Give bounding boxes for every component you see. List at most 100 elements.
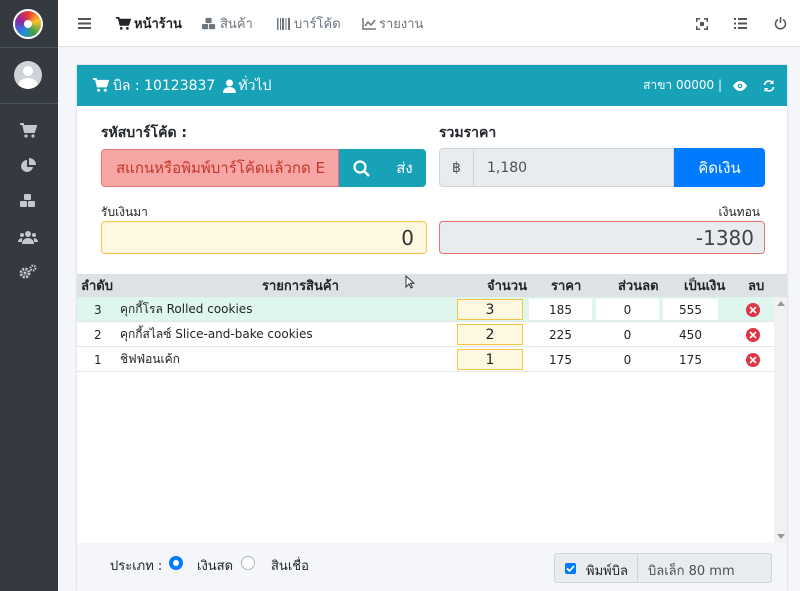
col-no: ลำดับ — [81, 279, 113, 294]
received-label: รับเงินมา — [101, 205, 148, 219]
expand-icon — [696, 17, 708, 30]
send-button[interactable]: ส่ง — [383, 149, 426, 187]
col-qty: จำนวน — [487, 279, 527, 294]
nav-item-label: บาร์โค้ด — [294, 17, 341, 32]
cash-label[interactable]: เงินสด — [197, 555, 233, 576]
qty-input[interactable]: 3 — [457, 299, 523, 320]
nav-item-products[interactable]: สินค้า — [201, 0, 253, 47]
total-label: รวมราคา — [439, 125, 497, 141]
power-icon — [774, 17, 787, 30]
bill-number: บิล : 10123837 — [113, 77, 216, 94]
sidebar-item-members[interactable] — [18, 227, 38, 247]
users-icon — [18, 231, 38, 244]
nav-item-label: หน้าร้าน — [134, 17, 182, 32]
refresh-icon[interactable] — [763, 79, 775, 92]
print-label: พิมพ์บิล — [586, 564, 628, 579]
qty-input[interactable]: 2 — [457, 324, 523, 345]
scroll-up-icon[interactable] — [777, 301, 785, 306]
pay-button[interactable]: คิดเงิน — [674, 148, 765, 187]
credit-label[interactable]: สินเชื่อ — [271, 555, 309, 576]
discount-input[interactable]: 0 — [596, 299, 659, 320]
amount-value: 555 — [663, 299, 718, 320]
col-price: ราคา — [551, 279, 582, 294]
mouse-cursor-icon — [405, 275, 415, 289]
cart-icon — [93, 78, 109, 92]
cart-icon — [20, 123, 37, 138]
credit-radio[interactable] — [241, 556, 255, 570]
customer-name[interactable]: ทั่วไป — [238, 75, 271, 97]
discount-input[interactable]: 0 — [596, 324, 659, 345]
payment-type-label: ประเภท : — [110, 559, 163, 574]
fullscreen-button[interactable] — [696, 0, 711, 47]
row-name: คุกกี้โรล Rolled cookies — [120, 302, 253, 316]
bill-header: บิล : 10123837 ทั่วไป สาขา 00000 | — [77, 65, 787, 106]
eye-icon[interactable] — [733, 80, 747, 91]
row-no: 3 — [94, 302, 102, 317]
price-input[interactable]: 185 — [529, 299, 592, 320]
top-navbar: หน้าร้าน สินค้า บาร์โค้ด รายงาน — [58, 0, 800, 47]
change-label: เงินทอน — [718, 205, 760, 219]
change-value: -1380 — [439, 221, 765, 254]
hamburger-icon — [78, 18, 91, 29]
col-discount: ส่วนลด — [618, 279, 659, 294]
pie-chart-icon — [21, 158, 36, 172]
nav-item-pos[interactable]: หน้าร้าน — [115, 0, 182, 47]
logout-button[interactable] — [774, 0, 790, 47]
sidebar — [0, 0, 58, 591]
list-button[interactable] — [734, 0, 750, 47]
cash-radio[interactable] — [169, 556, 183, 570]
card-footer: ประเภท : เงินสด สินเชื่อ พิมพ์บิล บิลเล็… — [77, 543, 787, 591]
search-button[interactable] — [339, 149, 383, 187]
currency-symbol: ฿ — [439, 148, 474, 187]
table-row[interactable]: 1 ชิฟฟ่อนเค้ก 1 175 0 175 — [77, 347, 774, 372]
sidebar-item-settings[interactable] — [18, 262, 38, 282]
price-input[interactable]: 225 — [529, 324, 592, 345]
search-icon — [352, 159, 370, 177]
row-no: 2 — [94, 327, 102, 342]
sidebar-item-products[interactable] — [18, 191, 38, 211]
cubes-icon — [202, 17, 216, 29]
menu-toggle-button[interactable] — [78, 0, 94, 47]
col-item: รายการสินค้า — [262, 279, 339, 294]
qty-input[interactable]: 1 — [457, 349, 523, 370]
user-avatar[interactable] — [14, 61, 42, 89]
sidebar-item-report[interactable] — [18, 156, 38, 176]
delete-icon[interactable] — [746, 353, 760, 367]
sidebar-item-pos[interactable] — [18, 121, 38, 141]
price-input[interactable]: 175 — [529, 349, 592, 370]
barcode-icon — [277, 17, 290, 30]
nav-item-label: สินค้า — [220, 17, 253, 32]
cart-icon — [116, 16, 131, 30]
discount-input[interactable]: 0 — [596, 349, 659, 370]
row-name: ชิฟฟ่อนเค้ก — [120, 352, 180, 366]
amount-value: 175 — [663, 349, 718, 370]
print-checkbox[interactable] — [565, 563, 576, 574]
pos-card: บิล : 10123837 ทั่วไป สาขา 00000 | รหัสบ… — [77, 65, 787, 591]
sidebar-divider — [0, 47, 58, 48]
sidebar-divider — [0, 103, 58, 104]
amount-value: 450 — [663, 324, 718, 345]
user-icon — [223, 79, 237, 93]
col-delete: ลบ — [748, 279, 765, 294]
table-row[interactable]: 2 คุกกี้สไลซ์ Slice-and-bake cookies 2 2… — [77, 322, 774, 347]
barcode-input[interactable]: สแกนหรือพิมพ์บาร์โค้ดแล้วกด E — [101, 149, 339, 187]
app-logo[interactable] — [13, 9, 43, 39]
table-scrollbar[interactable] — [774, 297, 787, 543]
branch-info: สาขา 00000 | — [643, 65, 775, 106]
cubes-icon — [20, 194, 35, 207]
scroll-down-icon[interactable] — [777, 534, 785, 539]
nav-item-label: รายงาน — [379, 17, 424, 32]
paper-size-select[interactable]: บิลเล็ก 80 mm — [648, 560, 735, 581]
delete-icon[interactable] — [746, 328, 760, 342]
nav-item-barcode[interactable]: บาร์โค้ด — [277, 0, 341, 47]
delete-icon[interactable] — [746, 303, 760, 317]
branch-label: สาขา 00000 | — [643, 78, 722, 92]
nav-item-report[interactable]: รายงาน — [362, 0, 423, 47]
row-name: คุกกี้สไลซ์ Slice-and-bake cookies — [120, 327, 313, 341]
received-input[interactable]: 0 — [101, 221, 427, 254]
barcode-label: รหัสบาร์โค้ด : — [101, 125, 188, 141]
items-table-header: ลำดับ รายการสินค้า จำนวน ราคา ส่วนลด เป็… — [77, 274, 787, 297]
cogs-icon — [19, 264, 37, 279]
table-row[interactable]: 3 คุกกี้โรล Rolled cookies 3 185 0 555 — [77, 297, 774, 322]
list-icon — [734, 18, 747, 29]
